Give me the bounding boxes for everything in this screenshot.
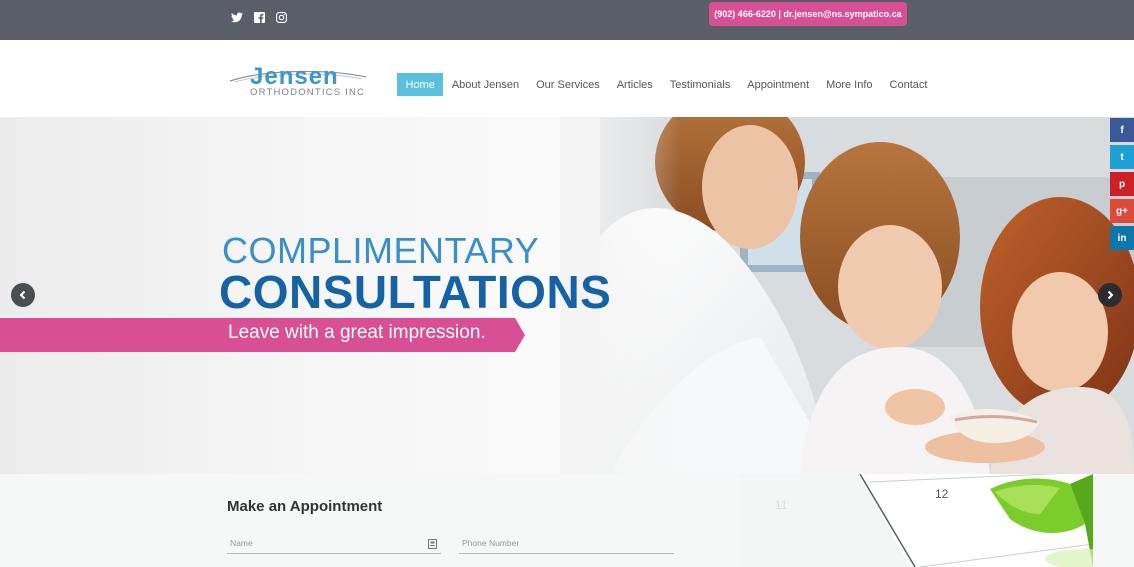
instagram-icon[interactable] [275,10,287,24]
nav-item-our-services[interactable]: Our Services [528,73,609,96]
chevron-left-icon [19,290,26,300]
facebook-icon[interactable]: f [1110,118,1134,142]
contact-card-icon [428,539,437,549]
appointment-title: Make an Appointment [227,498,383,515]
appointment-section: 12 11 Make an Appointment Name Phone Num… [0,474,1134,567]
nav-item-testimonials[interactable]: Testimonials [661,73,739,96]
main-nav: Home About Jensen Our Services Articles … [397,73,936,96]
share-bar: f t p g+ in [1110,118,1134,253]
nav-item-about-jensen[interactable]: About Jensen [443,73,527,96]
slider-prev-button[interactable] [11,283,35,307]
nav-item-more-info[interactable]: More Info [818,73,881,96]
linkedin-icon[interactable]: in [1110,226,1134,250]
nav-item-appointment[interactable]: Appointment [739,73,818,96]
hero-tagline: Leave with a great impression. [228,322,486,343]
phone-placeholder: Phone Number [462,538,520,548]
slider-next-button[interactable] [1098,283,1122,307]
facebook-icon[interactable] [253,10,265,24]
name-field[interactable]: Name [227,536,441,554]
nav-item-articles[interactable]: Articles [608,73,661,96]
svg-text:11: 11 [775,498,788,512]
google-plus-icon[interactable]: g+ [1110,199,1134,223]
logo[interactable]: Jensen ORTHODONTICS INC [228,63,368,99]
twitter-icon[interactable] [231,10,243,24]
nav-item-contact[interactable]: Contact [881,73,936,96]
phone-field[interactable]: Phone Number [459,536,674,554]
svg-text:12: 12 [935,487,949,501]
logo-subtitle: ORTHODONTICS INC [250,87,366,98]
twitter-icon[interactable]: t [1110,145,1134,169]
top-social-links [231,10,287,24]
pinterest-icon[interactable]: p [1110,172,1134,196]
hero-slider: COMPLIMENTARY CONSULTATIONS Leave with a… [0,117,1134,474]
top-bar: (902) 466-6220 | dr.jensen@ns.sympatico.… [0,0,1134,40]
contact-button[interactable]: (902) 466-6220 | dr.jensen@ns.sympatico.… [709,2,907,26]
chevron-right-icon [1107,290,1114,300]
hero-title-line2: CONSULTATIONS [219,266,612,318]
name-placeholder: Name [230,538,253,548]
site-header: Jensen ORTHODONTICS INC Home About Jense… [0,40,1134,117]
calendar-marker-image: 12 11 [740,474,1093,567]
nav-item-home[interactable]: Home [397,73,444,96]
